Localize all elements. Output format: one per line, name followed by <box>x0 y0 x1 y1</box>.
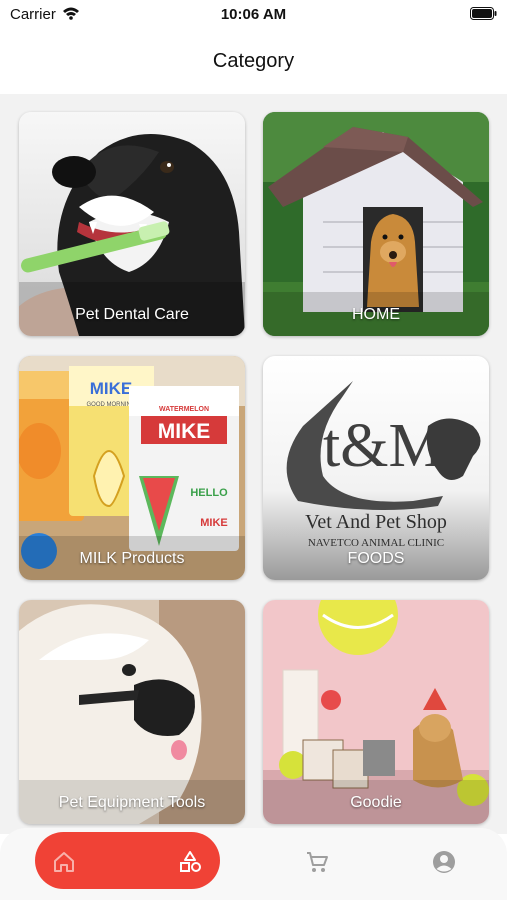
bottom-navigation <box>0 828 507 900</box>
cart-icon[interactable] <box>304 849 330 875</box>
category-label: HOME <box>352 306 400 323</box>
category-card-milk-products[interactable]: MIKE GOOD MORNING WATERMELON MIKE HELLO … <box>19 356 245 580</box>
svg-text:MIKE: MIKE <box>90 379 133 398</box>
category-label: Pet Dental Care <box>75 306 189 323</box>
category-card-foods[interactable]: t&M Vet And Pet Shop NAVETCO ANIMAL CLIN… <box>263 356 489 580</box>
clock-time: 10:06 AM <box>220 6 287 23</box>
category-card-pet-equipment-tools[interactable]: Pet Equipment Tools <box>19 600 245 824</box>
party-dog-image <box>263 600 489 824</box>
svg-text:Vet And Pet Shop: Vet And Pet Shop <box>305 511 447 533</box>
status-bar: Carrier 10:06 AM <box>0 0 507 30</box>
category-label: MILK Products <box>79 550 185 567</box>
category-label: FOODS <box>347 550 405 567</box>
svg-text:NAVETCO ANIMAL CLINIC: NAVETCO ANIMAL CLINIC <box>308 537 444 549</box>
category-card-goodie[interactable]: Goodie <box>263 600 489 824</box>
category-label: Pet Equipment Tools <box>58 794 206 811</box>
account-icon[interactable] <box>431 849 457 875</box>
page-title: Category <box>212 50 295 72</box>
category-card-home[interactable]: HOME <box>263 112 489 336</box>
category-card-pet-dental-care[interactable]: Pet Dental Care <box>19 112 245 336</box>
milk-cartons-image: MIKE GOOD MORNING WATERMELON MIKE HELLO … <box>19 356 245 580</box>
vet-shop-logo-image: t&M Vet And Pet Shop NAVETCO ANIMAL CLIN… <box>263 356 489 580</box>
svg-text:GOOD MORNING: GOOD MORNING <box>87 402 136 408</box>
svg-text:MIKE: MIKE <box>200 517 228 529</box>
svg-text:HELLO: HELLO <box>190 487 228 499</box>
svg-text:WATERMELON: WATERMELON <box>159 406 209 413</box>
svg-text:t&M: t&M <box>323 412 444 480</box>
svg-text:MIKE: MIKE <box>158 420 211 443</box>
app-header: Category <box>0 30 507 94</box>
battery-icon <box>470 7 497 20</box>
category-label: Goodie <box>350 794 402 811</box>
home-icon[interactable] <box>51 849 77 875</box>
dog-house-image <box>263 112 489 336</box>
category-icon[interactable] <box>177 849 203 875</box>
dog-toothbrush-image <box>19 112 245 336</box>
dog-muzzle-image <box>19 600 245 824</box>
